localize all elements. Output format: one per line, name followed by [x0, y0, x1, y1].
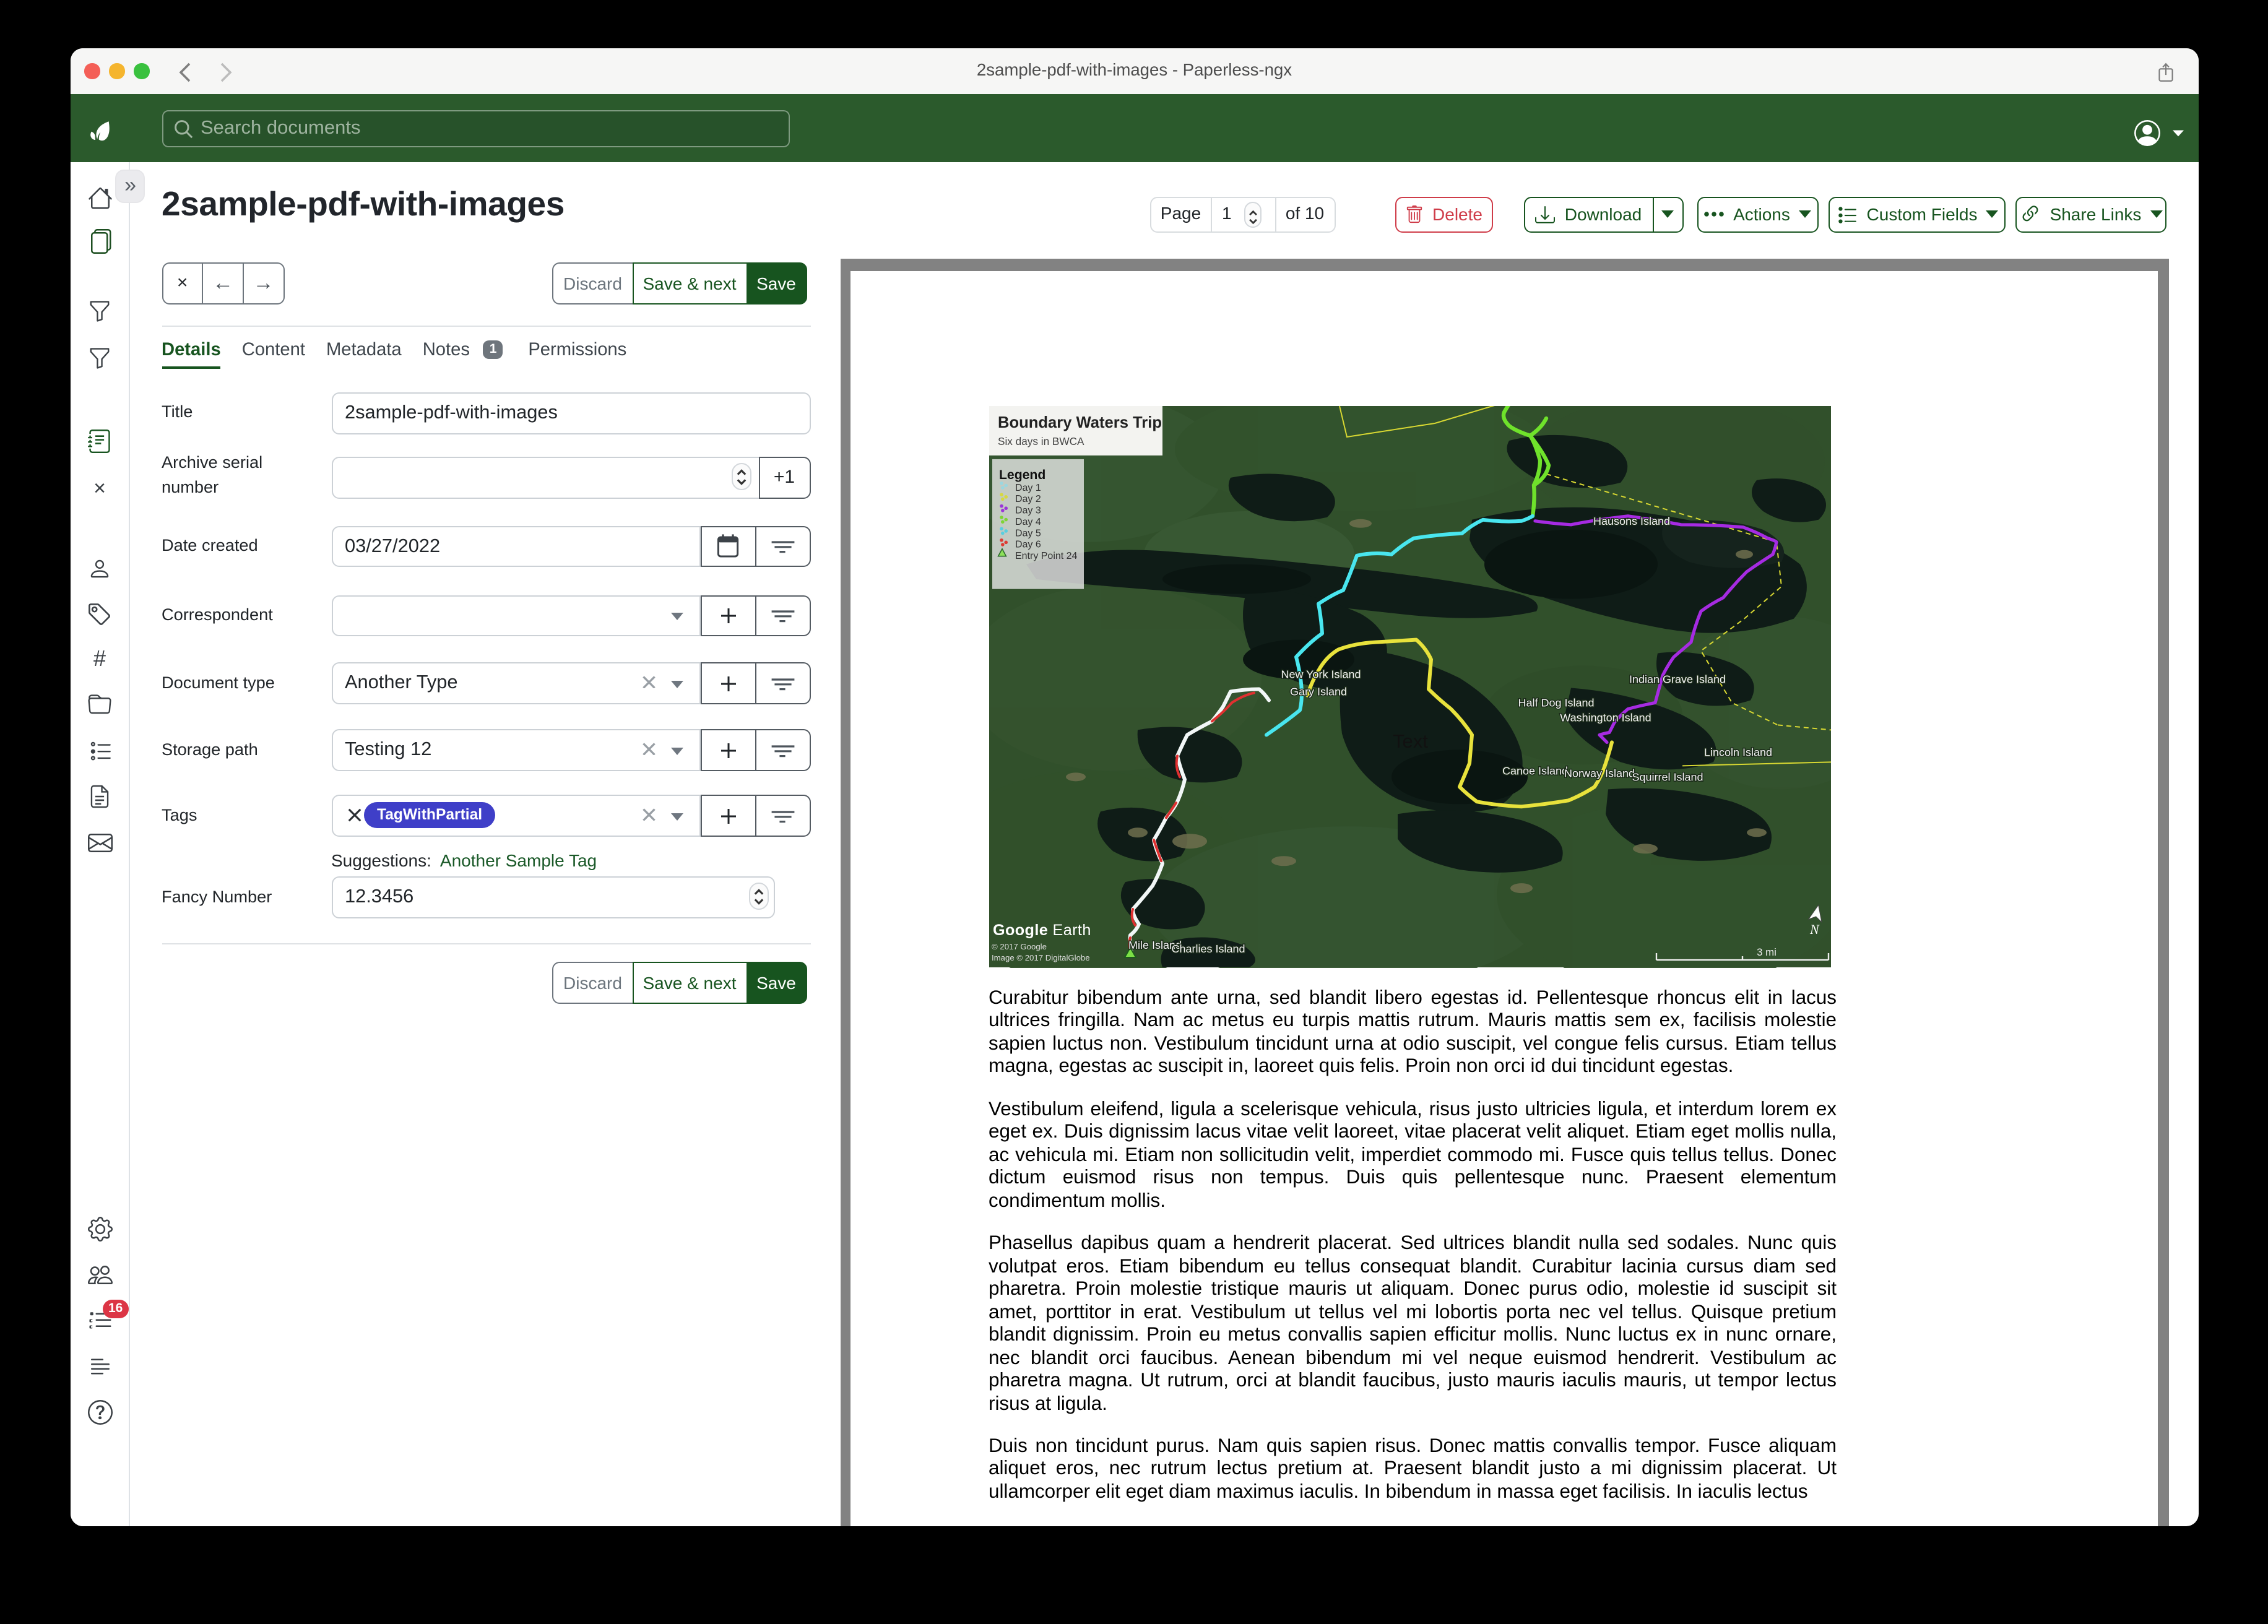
svg-text:N: N — [1809, 922, 1819, 937]
svg-text:Legend: Legend — [998, 468, 1045, 482]
svg-text:Canoe Island: Canoe Island — [1502, 764, 1567, 777]
svg-text:Day 2: Day 2 — [1015, 494, 1041, 504]
svg-text:© 2017 Google: © 2017 Google — [991, 942, 1046, 951]
svg-text:Squirrel Island: Squirrel Island — [1631, 771, 1702, 783]
svg-text:Google Earth: Google Earth — [992, 922, 1091, 939]
svg-text:Boundary Waters Trip: Boundary Waters Trip — [997, 414, 1161, 431]
svg-text:Day 4: Day 4 — [1015, 517, 1041, 527]
svg-text:Charlies Island: Charlies Island — [1171, 943, 1244, 955]
svg-text:Lincoln Island: Lincoln Island — [1703, 746, 1772, 758]
svg-text:Norway Island: Norway Island — [1564, 767, 1634, 779]
svg-text:Day 1: Day 1 — [1015, 483, 1041, 493]
svg-text:Half Dog Island: Half Dog Island — [1517, 696, 1593, 709]
svg-text:Day 3: Day 3 — [1015, 506, 1041, 516]
svg-text:Day 5: Day 5 — [1015, 528, 1041, 538]
svg-text:Gary Island: Gary Island — [1289, 685, 1346, 698]
svg-text:Hausons Island: Hausons Island — [1593, 515, 1669, 527]
svg-text:Entry Point 24: Entry Point 24 — [1015, 551, 1077, 561]
svg-text:3 mi: 3 mi — [1756, 946, 1776, 958]
svg-text:Six days in BWCA: Six days in BWCA — [997, 435, 1084, 447]
svg-text:Indian Grave Island: Indian Grave Island — [1629, 673, 1725, 686]
svg-text:Day 6: Day 6 — [1015, 540, 1041, 550]
svg-text:Image © 2017 DigitalGlobe: Image © 2017 DigitalGlobe — [991, 953, 1089, 962]
svg-text:New York Island: New York Island — [1280, 668, 1360, 681]
svg-text:Washington Island: Washington Island — [1559, 711, 1650, 723]
